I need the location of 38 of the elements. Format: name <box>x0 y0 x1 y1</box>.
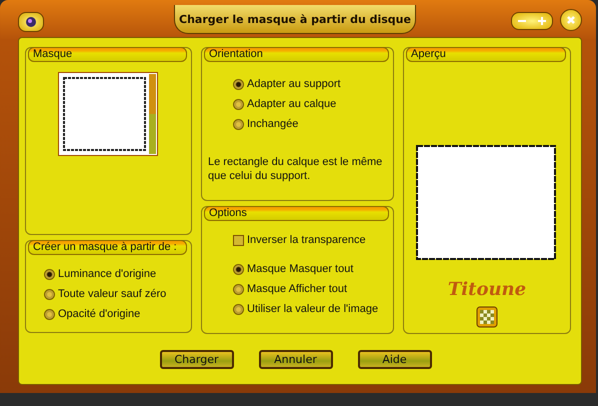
group-title: Créer un masque à partir de : <box>28 240 187 255</box>
radio-button[interactable] <box>233 98 244 110</box>
radio-button[interactable] <box>44 308 55 320</box>
dialog-button[interactable]: Aide <box>358 350 432 369</box>
group-title: Aperçu <box>406 47 566 62</box>
radio-button[interactable] <box>233 264 244 274</box>
close-button[interactable] <box>560 9 582 31</box>
transparency-toggle-icon[interactable] <box>476 306 498 328</box>
radio-label: Toute valeur sauf zéro <box>58 288 166 300</box>
app-icon[interactable] <box>18 12 44 32</box>
radio-label: Masque Masquer tout <box>247 263 354 275</box>
orientation-note: Le rectangle du calque est le même que celui du support. <box>207 155 384 183</box>
signature: Titoune <box>446 279 528 300</box>
group-title: Options <box>204 206 389 221</box>
group-title: Masque <box>28 47 187 62</box>
radio-button[interactable] <box>233 284 244 294</box>
checkbox-label: Inverser la transparence <box>247 234 366 246</box>
radio-label: Inchangée <box>247 118 298 130</box>
radio-label: Adapter au support <box>247 78 341 90</box>
radio-label: Luminance d'origine <box>58 268 156 280</box>
group-title: Orientation <box>204 47 389 62</box>
radio-button[interactable] <box>44 288 55 300</box>
checkbox[interactable] <box>233 234 244 246</box>
radio-label: Adapter au calque <box>247 98 336 110</box>
dialog-button[interactable]: Annuler <box>258 350 332 369</box>
plus-icon <box>537 16 547 26</box>
dialog-button[interactable]: Charger <box>160 350 234 369</box>
radio-button[interactable] <box>233 304 244 314</box>
minimize-maximize-control[interactable] <box>511 12 553 30</box>
radio-button[interactable] <box>233 78 244 90</box>
radio-button[interactable] <box>44 268 55 280</box>
radio-label: Opacité d'origine <box>58 308 140 320</box>
close-icon <box>566 15 576 25</box>
window-title: Charger le masque à partir du disque <box>174 5 416 34</box>
radio-label: Utiliser la valeur de l'image <box>247 303 378 315</box>
radio-label: Masque Afficher tout <box>247 283 348 295</box>
radio-button[interactable] <box>233 118 244 130</box>
mask-thumbnail[interactable] <box>58 72 158 156</box>
